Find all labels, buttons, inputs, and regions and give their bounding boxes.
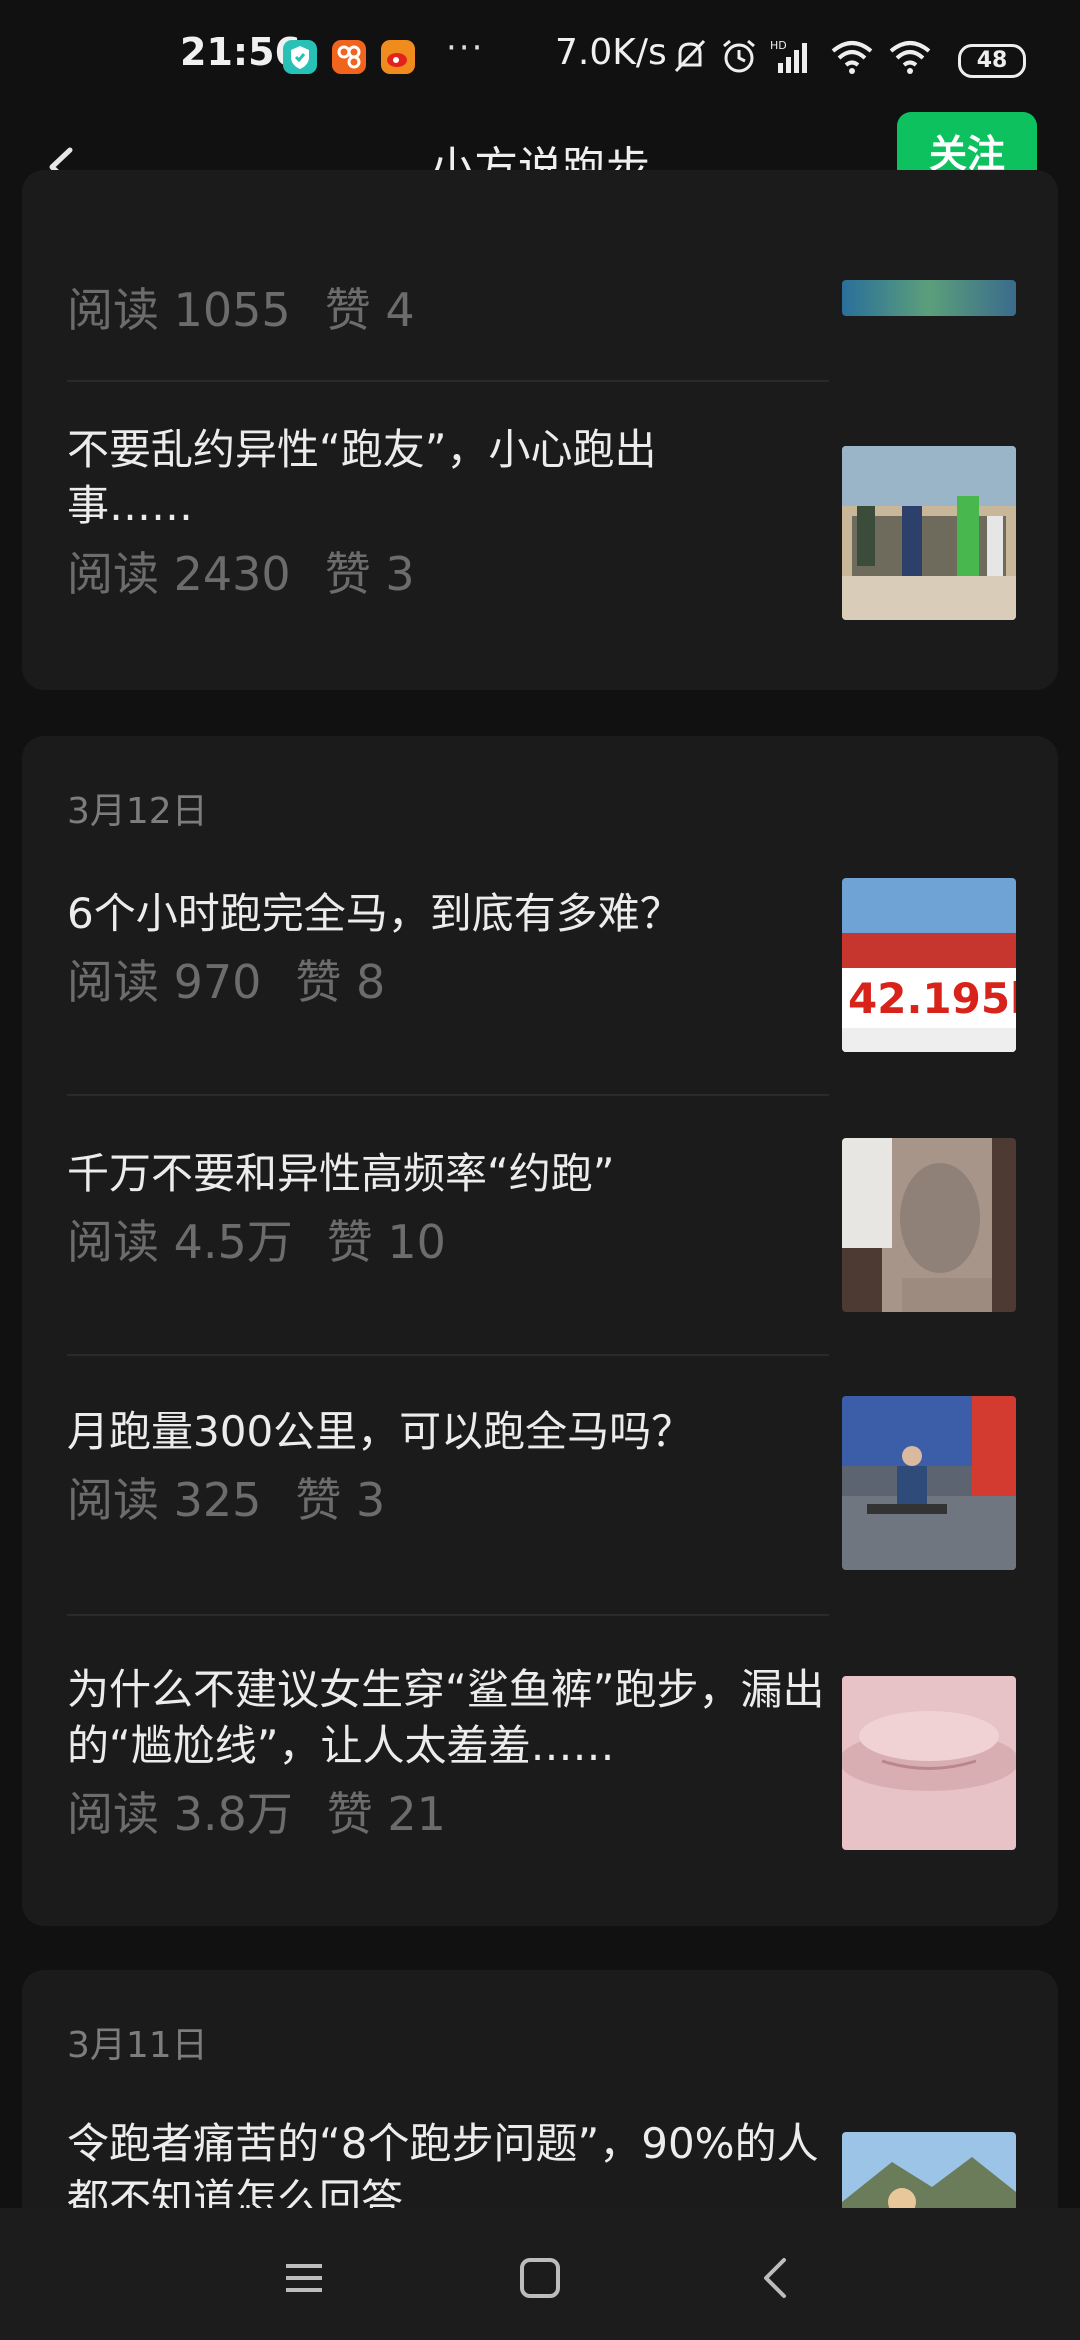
more-notifications-icon: ··· [446,28,485,68]
article-title: 为什么不建议女生穿“鲨鱼裤”跑步，漏出的“尴尬线”，让人太羞羞…… [67,1665,825,1770]
article-title: 6个小时跑完全马，到底有多难？ [67,889,682,938]
article-thumbnail[interactable] [842,280,1016,316]
wifi-plus-icon [831,41,873,74]
like-count: 赞 10 [326,1215,446,1269]
group-date: 3月11日 [67,2025,208,2066]
sportswear-photo [842,1138,1016,1312]
article-item[interactable]: 6个小时跑完全马，到底有多难？ 阅读 970 赞 8 [67,886,837,1012]
article-item[interactable]: 月跑量300公里，可以跑全马吗？ 阅读 325 赞 3 [67,1404,837,1530]
group-date: 3月12日 [67,791,208,832]
like-count: 赞 21 [326,1787,446,1841]
read-count: 阅读 970 [67,955,262,1009]
svg-text:HD: HD [770,39,787,52]
article-item[interactable]: 为什么不建议女生穿“鲨鱼裤”跑步，漏出的“尴尬线”，让人太羞羞…… 阅读 3.8… [67,1662,837,1844]
article-title: 不要乱约异性“跑友”，小心跑出事…… [67,425,657,530]
status-bar: 21:56 ··· 7.0K/s HD 48 [0,0,1080,112]
divider [67,1354,829,1356]
like-count: 赞 3 [295,1473,386,1527]
divider [67,380,829,382]
read-count: 阅读 3.8万 [67,1787,293,1841]
back-icon[interactable] [746,2248,806,2308]
wifi-icon [889,41,931,74]
grid-app-icon [332,40,366,74]
article-thumbnail[interactable] [842,1138,1016,1312]
like-count: 赞 3 [324,547,415,601]
article-group-card: 阅读 1055 赞 4 不要乱约异性“跑友”，小心跑出事…… 阅读 2430 赞 3 [22,170,1058,690]
network-speed: 7.0K/s [555,32,667,73]
article-title: 月跑量300公里，可以跑全马吗？ [67,1407,694,1456]
read-count: 阅读 2430 [67,547,291,601]
read-count: 阅读 325 [67,1473,262,1527]
article-thumbnail[interactable] [842,1676,1016,1850]
system-navigation-bar [0,2208,1080,2340]
runners-photo [842,446,1016,620]
article-group-card: 3月12日 6个小时跑完全马，到底有多难？ 阅读 970 赞 8 42.195km… [22,736,1058,1926]
article-thumbnail[interactable] [842,1396,1016,1570]
shield-app-icon [283,40,317,74]
divider [67,1094,829,1096]
article-title: 千万不要和异性高频率“约跑” [67,1149,615,1198]
article-item[interactable]: 阅读 1055 赞 4 [67,270,837,340]
read-count: 阅读 1055 [67,283,291,337]
alarm-icon [723,39,755,73]
like-count: 赞 8 [295,955,386,1009]
article-thumbnail[interactable] [842,446,1016,620]
home-icon[interactable] [510,2248,570,2308]
article-item[interactable]: 不要乱约异性“跑友”，小心跑出事…… 阅读 2430 赞 3 [67,422,837,604]
menu-icon[interactable] [274,2248,334,2308]
read-count: 阅读 4.5万 [67,1215,293,1269]
battery-icon: 48 [958,44,1026,78]
runner-kneeling-photo [842,1396,1016,1570]
article-item[interactable]: 千万不要和异性高频率“约跑” 阅读 4.5万赞 10 [67,1146,837,1272]
weibo-app-icon [381,40,415,74]
thumb-sign-text: 42.195km [848,974,1016,1023]
divider [67,1614,829,1616]
article-thumbnail[interactable]: 42.195km [842,878,1016,1052]
mute-bell-icon [674,39,706,73]
like-count: 赞 4 [324,283,415,337]
hd-signal-icon: HD [770,39,807,73]
pink-fabric-photo [842,1676,1016,1850]
marathon-sign-photo: 42.195km [842,878,1016,1052]
